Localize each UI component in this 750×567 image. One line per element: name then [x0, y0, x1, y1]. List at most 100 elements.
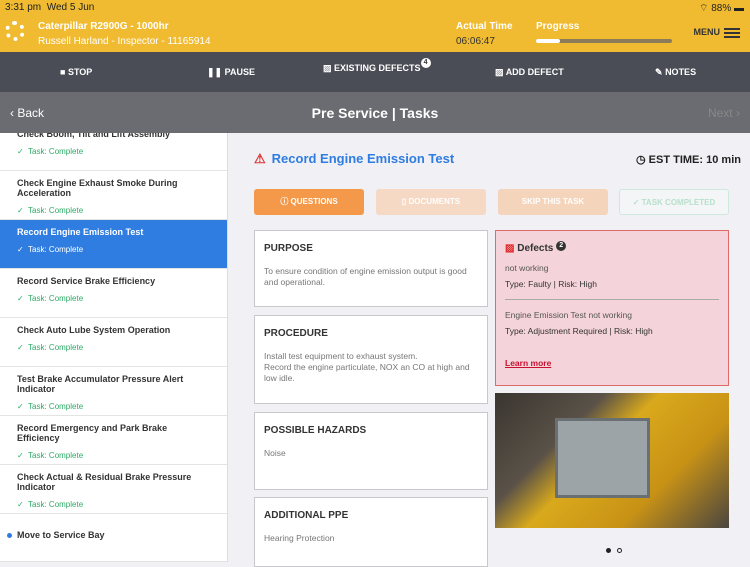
- defects-badge: 2: [556, 241, 567, 251]
- task-completed-button[interactable]: ✓ TASK COMPLETED: [619, 189, 729, 215]
- task-name: Record Service Brake Efficiency: [17, 276, 156, 286]
- task-item[interactable]: Check Actual & Residual Brake Pressure I…: [0, 465, 227, 514]
- task-status: ✓ Task: Complete: [17, 245, 211, 254]
- est-time-text: EST TIME: 10 min: [648, 154, 741, 166]
- check-icon: ✓: [17, 451, 24, 460]
- move-to-service-bay[interactable]: Move to Service Bay: [0, 513, 227, 562]
- check-icon: ✓: [17, 206, 24, 215]
- inspector-name: Russell Harland - Inspector - 11165914: [38, 36, 211, 47]
- toolbar: ■ STOP ❚❚ PAUSE ▨ EXISTING DEFECTS4 ▨ AD…: [0, 52, 750, 92]
- clock: 3:31 pm: [5, 2, 42, 13]
- check-icon: ✓: [17, 147, 24, 156]
- pause-icon: ❚❚: [207, 67, 223, 77]
- skip-label: SKIP THIS TASK: [521, 197, 585, 206]
- clock-icon: ◷: [636, 154, 646, 166]
- defect-desc: not working: [505, 263, 549, 273]
- task-item[interactable]: Check Engine Exhaust Smoke During Accele…: [0, 171, 227, 220]
- stop-button[interactable]: ■ STOP: [60, 67, 92, 77]
- edit-icon: ✎: [655, 67, 663, 77]
- task-item[interactable]: Record Engine Emission Test ✓ Task: Compl…: [0, 220, 227, 269]
- documents-label: DOCUMENTS: [408, 197, 461, 206]
- questions-label: QUESTIONS: [290, 197, 338, 206]
- skip-task-button[interactable]: SKIP THIS TASK: [498, 189, 608, 215]
- add-defect-label: ADD DEFECT: [505, 67, 564, 77]
- defects-panel: ▨ Defects 2 not working Type: Faulty | R…: [495, 230, 729, 386]
- procedure-card: PROCEDURE Install test equipment to exhau…: [254, 315, 488, 404]
- page-dot[interactable]: [617, 548, 622, 553]
- battery-level: 88%: [711, 3, 732, 14]
- warning-icon: ⚠: [254, 151, 266, 166]
- task-item[interactable]: Record Service Brake Efficiency ✓ Task: C…: [0, 269, 227, 318]
- task-status-text: Task: Complete: [28, 294, 84, 303]
- task-status-text: Task: Complete: [28, 147, 84, 156]
- menu-button[interactable]: MENU: [693, 27, 740, 38]
- question-icon: ⓘ: [280, 197, 289, 206]
- task-title-text: Record Engine Emission Test: [271, 151, 455, 166]
- notes-label: NOTES: [665, 67, 697, 77]
- existing-defects-badge: 4: [420, 58, 431, 68]
- procedure-text: Install test equipment to exhaust system…: [264, 351, 418, 361]
- move-label: Move to Service Bay: [17, 530, 105, 540]
- nav-bar: ‹ Back Pre Service | Tasks Next ›: [0, 92, 750, 133]
- task-item[interactable]: Test Brake Accumulator Pressure Alert In…: [0, 367, 227, 416]
- progress-label: Progress: [536, 21, 580, 32]
- status-bar: 3:31 pm Wed 5 Jun ⌔ 88% ▬: [0, 0, 750, 15]
- menu-label: MENU: [693, 27, 721, 37]
- task-status: ✓ Task: Complete: [17, 147, 211, 156]
- task-name: Record Engine Emission Test: [17, 227, 144, 237]
- task-item[interactable]: Record Emergency and Park Brake Efficien…: [0, 416, 227, 465]
- next-button[interactable]: Next ›: [708, 106, 740, 120]
- stop-icon: ■: [60, 67, 66, 77]
- hazards-text: Noise: [264, 448, 286, 458]
- task-title: ⚠ Record Engine Emission Test: [254, 151, 460, 167]
- task-name: Record Emergency and Park Brake Efficien…: [17, 423, 168, 443]
- defects-title: Defects: [517, 243, 554, 254]
- ppe-heading: ADDITIONAL PPE: [264, 510, 349, 521]
- procedure-heading: PROCEDURE: [264, 328, 328, 339]
- hazards-heading: POSSIBLE HAZARDS: [264, 425, 367, 436]
- progress-fill: [536, 39, 561, 43]
- task-name: Check Actual & Residual Brake Pressure I…: [17, 472, 192, 492]
- task-status: ✓ Task: Complete: [17, 206, 211, 215]
- existing-defects-button[interactable]: ▨ EXISTING DEFECTS4: [323, 58, 431, 75]
- questions-button[interactable]: ⓘ QUESTIONS: [254, 189, 364, 215]
- actual-time-label: Actual Time: [456, 21, 513, 32]
- pause-button[interactable]: ❚❚ PAUSE: [207, 67, 255, 78]
- dot-icon: [7, 533, 12, 538]
- learn-more-link[interactable]: Learn more: [505, 358, 719, 368]
- document-icon: ▯: [401, 197, 407, 206]
- task-item[interactable]: Check Boom, Tilt and Lift Assembly ✓ Task…: [0, 133, 227, 171]
- barrier-icon: ▨: [505, 243, 515, 254]
- pause-label: PAUSE: [224, 67, 255, 77]
- check-icon: ✓: [632, 198, 640, 207]
- task-status-text: Task: Complete: [28, 343, 84, 352]
- task-status-text: Task: Complete: [28, 245, 84, 254]
- task-status: ✓ Task: Complete: [17, 500, 211, 509]
- est-time: ◷ EST TIME: 10 min: [636, 153, 741, 166]
- check-icon: ✓: [17, 500, 24, 509]
- task-list[interactable]: Check Boom, Tilt and Lift Assembly ✓ Task…: [0, 133, 228, 562]
- next-label: Next: [707, 106, 733, 120]
- add-defect-button[interactable]: ▨ ADD DEFECT: [495, 67, 564, 78]
- task-status: ✓ Task: Complete: [17, 451, 211, 460]
- check-icon: ✓: [17, 245, 24, 254]
- task-item[interactable]: Check Auto Lube System Operation ✓ Task: …: [0, 318, 227, 367]
- procedure-text: Record the engine particulate, NOX an CO…: [264, 362, 470, 383]
- documents-button[interactable]: ▯ DOCUMENTS: [376, 189, 486, 215]
- existing-defects-label: EXISTING DEFECTS: [334, 63, 421, 73]
- task-status-text: Task: Complete: [28, 451, 84, 460]
- task-name: Check Engine Exhaust Smoke During Accele…: [17, 178, 178, 198]
- hazards-card: POSSIBLE HAZARDS Noise: [254, 412, 488, 490]
- task-status-text: Task: Complete: [28, 500, 84, 509]
- task-name: Test Brake Accumulator Pressure Alert In…: [17, 374, 184, 394]
- carousel-pagination[interactable]: [603, 540, 625, 558]
- equipment-photo[interactable]: [495, 393, 729, 528]
- task-status: ✓ Task: Complete: [17, 343, 211, 352]
- page-dot-active[interactable]: [606, 548, 611, 553]
- notes-button[interactable]: ✎ NOTES: [655, 67, 696, 78]
- barrier-icon: ▨: [323, 63, 332, 73]
- chevron-right-icon: ›: [736, 106, 740, 120]
- logo-icon: [5, 21, 25, 41]
- app-header: Caterpillar R2900G - 1000hr Russell Harl…: [0, 15, 750, 52]
- machine-name: Caterpillar R2900G - 1000hr: [38, 21, 169, 32]
